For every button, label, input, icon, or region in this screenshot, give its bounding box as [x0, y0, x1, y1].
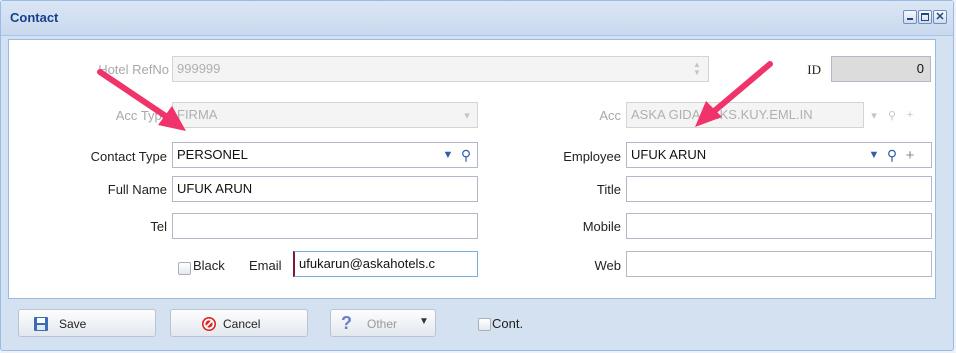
- contact-window: Contact ✕ Hotel RefNo 999999 ▲ ▼ ID 0 Acc…: [0, 0, 954, 351]
- cancel-label: Cancel: [223, 317, 261, 331]
- hotel-refno-label: Hotel RefNo: [98, 62, 169, 77]
- acc-type-label: Acc Type: [115, 108, 169, 123]
- save-label: Save: [59, 317, 87, 331]
- refno-spinner: ▲ ▼: [693, 60, 701, 77]
- full-name-input[interactable]: UFUK ARUN: [172, 176, 478, 202]
- cont-checkbox[interactable]: [478, 318, 491, 331]
- tel-input[interactable]: [172, 213, 478, 239]
- email-label: Email: [249, 258, 282, 273]
- web-input[interactable]: [626, 251, 932, 277]
- title-input[interactable]: [626, 176, 932, 202]
- search-icon: ⚲: [887, 109, 897, 122]
- other-label: Other: [367, 317, 398, 331]
- contact-type-label: Contact Type: [90, 149, 167, 164]
- chevron-down-icon: ▾: [464, 109, 470, 122]
- acc-label: Acc: [599, 108, 621, 123]
- web-label: Web: [594, 258, 622, 273]
- chevron-down-icon: ▼: [419, 316, 429, 327]
- search-icon[interactable]: ⚲: [883, 142, 901, 168]
- mobile-input[interactable]: [626, 213, 932, 239]
- chevron-down-icon[interactable]: ▼: [439, 142, 457, 168]
- black-label: Black: [193, 258, 225, 273]
- plus-icon[interactable]: +: [901, 142, 919, 168]
- window-tools: ✕: [903, 10, 947, 24]
- no-entry-icon: [201, 316, 217, 335]
- email-input[interactable]: ufukarun@askahotels.c: [293, 251, 478, 277]
- full-name-label: Full Name: [107, 182, 167, 197]
- minimize-icon[interactable]: [903, 10, 917, 24]
- tel-label: Tel: [150, 219, 167, 234]
- hotel-refno-field: 999999: [172, 56, 709, 82]
- other-button[interactable]: ? Other ▼: [330, 309, 436, 337]
- question-mark-icon: ?: [341, 313, 352, 333]
- contact-type-select[interactable]: PERSONEL: [172, 142, 478, 168]
- close-icon[interactable]: ✕: [933, 10, 947, 24]
- title-label: Title: [596, 182, 621, 197]
- mobile-label: Mobile: [582, 219, 621, 234]
- chevron-down-icon: ▾: [871, 109, 877, 122]
- maximize-icon[interactable]: [918, 10, 932, 24]
- form-panel: Hotel RefNo 999999 ▲ ▼ ID 0 Acc Type FIRM…: [8, 39, 936, 299]
- search-icon[interactable]: ⚲: [457, 142, 475, 168]
- plus-icon: +: [906, 109, 914, 121]
- chevron-down-icon[interactable]: ▼: [865, 142, 883, 168]
- id-field: 0: [831, 56, 931, 82]
- acc-type-field: FIRMA: [172, 102, 478, 128]
- window-titlebar[interactable]: Contact ✕: [1, 1, 953, 36]
- window-title: Contact: [10, 10, 59, 25]
- acc-field: ASKA GIDA TEKS.KUY.EML.IN: [626, 102, 864, 128]
- save-button[interactable]: Save: [18, 309, 156, 337]
- cancel-button[interactable]: Cancel: [170, 309, 308, 337]
- cont-label: Cont.: [492, 316, 524, 331]
- id-label: ID: [807, 62, 821, 77]
- floppy-disk-icon: [33, 316, 49, 335]
- black-checkbox[interactable]: [178, 262, 191, 275]
- employee-label: Employee: [563, 149, 621, 164]
- button-bar: Save Cancel ? Other ▼ Cont.: [8, 303, 938, 347]
